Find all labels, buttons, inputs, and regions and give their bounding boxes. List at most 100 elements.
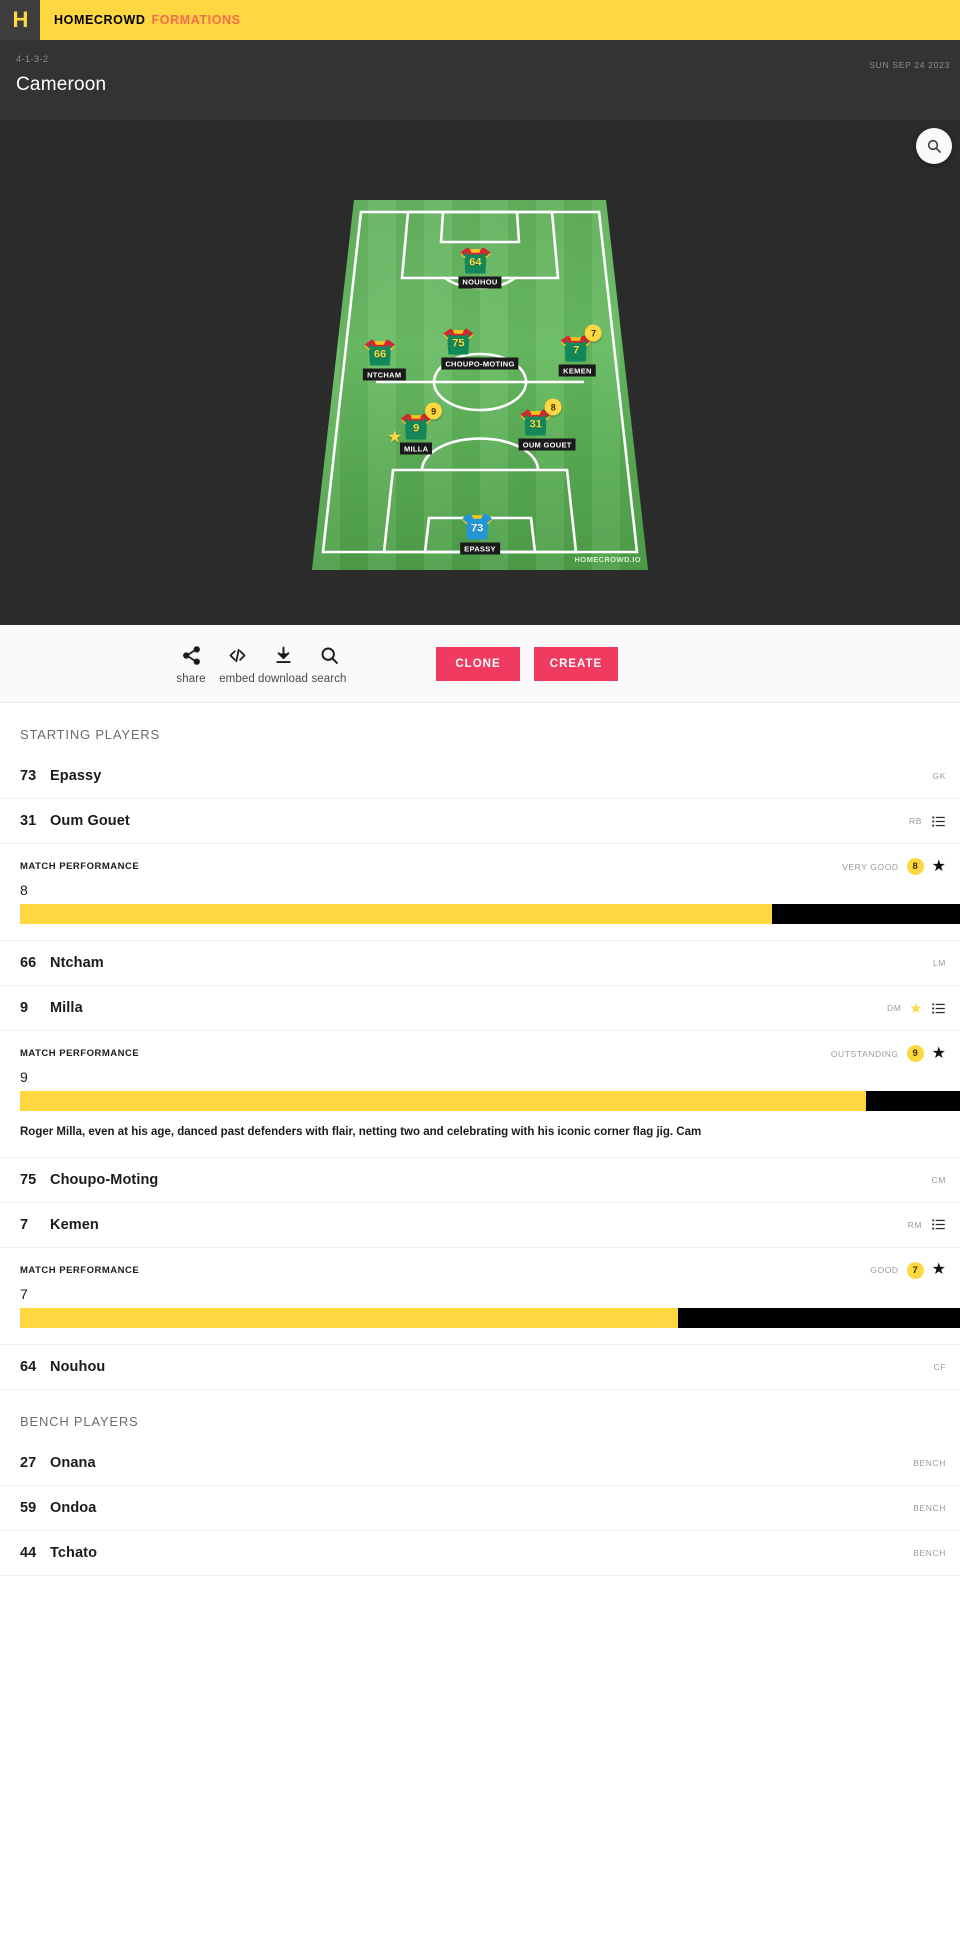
pitch-player-milla[interactable]: 9 9 ★ MILLA (387, 402, 443, 455)
player-jersey: 66 (363, 338, 397, 368)
player-position: DM (887, 1003, 902, 1013)
player-name: Ntcham (50, 955, 104, 971)
player-details-button[interactable] (931, 814, 946, 829)
brand-section: FORMATIONS (151, 13, 241, 27)
player-row[interactable]: 75 Choupo-Moting CM (0, 1157, 960, 1203)
player-number: 31 (20, 813, 37, 829)
player-row[interactable]: 66 Ntcham LM (0, 941, 960, 986)
player-details-button[interactable] (931, 1217, 946, 1232)
player-rating-badge: 9 (425, 402, 443, 420)
player-jersey: 31 8 (519, 398, 562, 438)
pitch-player-epassy[interactable]: 73 EPASSY (460, 512, 500, 555)
performance-header: MATCH PERFORMANCE VERY GOOD 8 ★ (0, 858, 960, 875)
player-number: 7 (20, 1216, 29, 1233)
player-row[interactable]: 59 Ondoa BENCH (0, 1485, 960, 1531)
zoom-search-button[interactable] (916, 128, 952, 164)
player-jersey: 77 (559, 324, 603, 364)
pitch-player-ntcham[interactable]: 66 NTCHAM (363, 338, 406, 381)
tool-label: share (176, 672, 206, 685)
performance-quality: VERY GOOD (842, 861, 899, 872)
page-title: Cameroon (16, 74, 107, 95)
player-position: LM (932, 958, 946, 968)
pitch-player-choupo-moting[interactable]: 75 CHOUPO-MOTING (441, 327, 519, 370)
performance-header: MATCH PERFORMANCE GOOD 7 ★ (0, 1261, 960, 1279)
player-row[interactable]: 9 Milla DM ★ (0, 986, 960, 1031)
list-icon (932, 816, 945, 826)
player-row[interactable]: 27 Onana BENCH (0, 1440, 960, 1486)
player-row[interactable]: 73 Epassy GK (0, 754, 960, 799)
performance-bar-fill (20, 904, 772, 924)
logo-letter-icon: H (12, 7, 29, 32)
player-jersey: 64 (458, 245, 492, 275)
download-button[interactable]: download (257, 643, 309, 685)
player-row[interactable]: 7 Kemen RM (0, 1202, 960, 1248)
cta-group: CLONE CREATE (436, 646, 618, 681)
pitch-player-nouhou[interactable]: 64 NOUHOU (458, 245, 502, 289)
pitch-player-oum-gouet[interactable]: 31 8 OUM GOUET (518, 398, 576, 451)
embed-button[interactable]: embed (214, 643, 260, 685)
performance-quality: GOOD (870, 1265, 899, 1276)
player-position: BENCH (913, 1457, 946, 1468)
player-row[interactable]: 44 Tchato BENCH (0, 1530, 960, 1576)
player-name: Nouhou (50, 1358, 106, 1375)
performance-bar-track (20, 1091, 960, 1111)
performance-bar-track (20, 904, 960, 924)
player-name: Choupo-Moting (50, 1171, 159, 1188)
player-name: Tchato (50, 1544, 98, 1561)
match-date: SUN SEP 24 2023 (869, 60, 950, 70)
download-icon (273, 643, 294, 669)
player-rating-badge: 7 (585, 324, 603, 342)
formation-label: 4-1-3-2 (16, 54, 49, 64)
clone-button[interactable]: CLONE (436, 646, 520, 681)
player-details-button[interactable] (931, 1001, 946, 1016)
app-logo[interactable]: H (0, 0, 40, 40)
performance-title: MATCH PERFORMANCE (20, 1264, 140, 1276)
player-number: 27 (20, 1454, 37, 1471)
player-position: BENCH (913, 1547, 946, 1558)
performance-bar-fill (20, 1307, 678, 1328)
player-name-label: NOUHOU (458, 276, 502, 289)
jersey-number: 73 (471, 522, 484, 535)
player-row[interactable]: 64 Nouhou CF (0, 1344, 960, 1390)
match-performance-panel: MATCH PERFORMANCE GOOD 7 ★ 7 (0, 1247, 960, 1345)
jersey-number: 9 (413, 422, 420, 435)
performance-bar-track (20, 1307, 960, 1328)
performance-description: Roger Milla, even at his age, danced pas… (20, 1126, 702, 1138)
player-name-label: OUM GOUET (518, 438, 576, 451)
performance-quality: OUTSTANDING (830, 1048, 899, 1059)
performance-rating-badge: 7 (906, 1261, 924, 1279)
performance-rating-badge: 8 (906, 858, 924, 875)
bench-players-list: 27 Onana BENCH 59 Ondoa BENCH 44 Tchato BENCH (0, 1440, 960, 1576)
performance-star-icon[interactable]: ★ (932, 1262, 946, 1278)
pitch-player-kemen[interactable]: 7 7 KEMEN (559, 324, 603, 377)
performance-header: MATCH PERFORMANCE OUTSTANDING 9 ★ (0, 1045, 960, 1062)
performance-star-icon[interactable]: ★ (932, 858, 946, 875)
player-number: 75 (20, 1171, 37, 1188)
match-performance-panel: MATCH PERFORMANCE VERY GOOD 8 ★ 8 (0, 844, 960, 941)
performance-bar-fill (20, 1091, 866, 1111)
player-jersey: 9 9 ★ (387, 402, 443, 446)
player-row[interactable]: 31 Oum Gouet RB (0, 799, 960, 844)
action-bar: share embed download search CLONE CREATE (0, 625, 960, 703)
player-name: Ondoa (50, 1499, 97, 1516)
performance-star-icon[interactable]: ★ (932, 1045, 946, 1062)
page-header: 4-1-3-2 Cameroon SUN SEP 24 2023 (0, 40, 960, 120)
player-name-label: EPASSY (460, 542, 500, 555)
player-name: Kemen (50, 1216, 99, 1233)
performance-score: 9 (20, 1069, 28, 1085)
performance-score: 8 (20, 882, 28, 898)
search-button[interactable]: search (306, 643, 352, 685)
tool-label: download (257, 672, 309, 685)
jersey-number: 7 (573, 344, 580, 357)
pitch-watermark: HOMECROWD.IO (574, 555, 641, 564)
create-button[interactable]: CREATE (534, 646, 618, 681)
performance-title: MATCH PERFORMANCE (20, 1048, 140, 1059)
pitch-area: 64 NOUHOU 66 NTCHAM 75 CHOUPO-MOTING 7 7 KEMEN 9 9… (0, 120, 960, 625)
jersey-number: 75 (452, 337, 465, 350)
player-name: Onana (50, 1454, 96, 1471)
player-name-label: KEMEN (559, 364, 596, 377)
player-number: 59 (20, 1499, 37, 1516)
player-position: CF (933, 1361, 946, 1372)
share-button[interactable]: share (168, 643, 214, 685)
list-icon (932, 1219, 945, 1230)
